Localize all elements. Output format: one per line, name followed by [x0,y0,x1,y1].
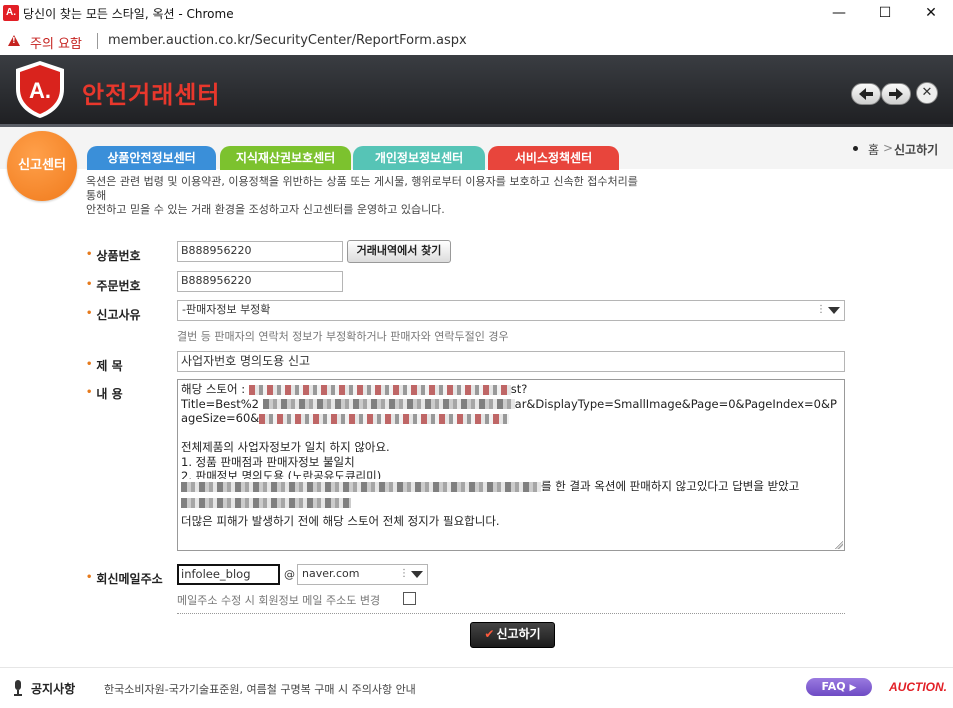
content-line-text: st? [510,382,528,396]
content-line: 2. 판매정보 명의도용 (노란공유도큐리미) [181,469,382,479]
content-line: 해당 스토어 : st? [181,382,841,397]
warning-icon[interactable] [8,35,20,46]
breadcrumb-separator: > [883,141,894,155]
email-domain-value: naver.com [302,567,360,580]
content-line-text: Title=Best%2 [181,396,259,411]
product-number-input[interactable]: B888956220 [177,241,343,262]
email-at-sign: @ [284,568,295,581]
intro-line-1: 옥션은 관련 법령 및 이용약관, 이용정책을 위반하는 상품 또는 게시물, … [86,175,638,202]
product-number-label: 상품번호 [86,247,140,264]
reason-help-text: 결번 등 판매자의 연락처 정보가 부정확하거나 판매자와 연락두절인 경우 [177,330,509,343]
content-line [181,495,841,514]
content-line: 를 한 결과 옥션에 판매하지 않고있다고 답변을 받았고 [181,479,841,495]
select-grip-icon: ⋮ [399,568,409,579]
shield-logo-icon: A. [16,61,64,118]
check-icon: ✔ [484,627,495,641]
minimize-button[interactable]: — [816,0,862,27]
content-line-text: 해당 스토어 : [181,382,246,396]
close-window-button[interactable]: ✕ [908,0,953,27]
content-line: 더많은 피해가 발생하기 전에 해당 스토어 전체 정지가 필요합니다. [181,514,500,528]
breadcrumb-bullet [853,146,858,151]
chevron-down-icon [828,307,840,314]
window-titlebar: A. 당신이 찾는 모든 스타일, 옥션 - Chrome — ☐ ✕ [0,0,953,27]
notice-link[interactable]: 한국소비자원-국가기술표준원, 여름철 구명복 구매 시 주의사항 안내 [104,681,416,697]
faq-label: FAQ [821,680,846,693]
reason-label: 신고사유 [86,306,140,323]
content-line: 1. 정품 판매점과 판매자정보 불일치 [181,454,355,469]
play-arrow-icon: ▶ [849,683,857,693]
redacted-text [262,399,515,409]
resize-handle-icon[interactable] [835,541,843,549]
svg-text:A.: A. [29,78,51,103]
redacted-text [248,384,511,395]
close-icon[interactable]: ✕ [916,82,938,104]
chevron-down-icon [411,571,423,578]
content-line-text: ar&DisplayType=SmallImage&Page=0&PageInd… [514,396,837,411]
submit-report-button[interactable]: ✔ 신고하기 [470,622,555,648]
email-domain-select[interactable]: naver.com ⋮ [297,564,428,585]
email-label: 회신메일주소 [86,570,162,587]
tab-product-safety[interactable]: 상품안전정보센터 [87,146,216,170]
address-bar[interactable]: 주의 요함 member.auction.co.kr/SecurityCente… [0,27,953,56]
content-line-text: ageSize=60& [181,411,260,425]
reason-selected-value: -판매자정보 부정확 [182,303,271,316]
arrow-left-icon [859,88,873,100]
tab-privacy[interactable]: 개인정보정보센터 [353,146,485,170]
content-line: Title=Best%2 ar&DisplayType=SmallImage&P… [181,397,841,412]
report-content: 신고센터 상품안전정보센터 지식재산권보호센터 개인정보정보센터 서비스정책센터… [0,127,953,667]
content-textarea[interactable]: 해당 스토어 : st? Title=Best%2 ar&DisplayType… [177,379,845,551]
breadcrumb-current: 신고하기 [894,143,939,157]
auction-app-icon: A. [3,5,19,21]
select-grip-icon: ⋮ [816,304,826,315]
order-number-label: 주문번호 [86,277,140,294]
auction-logo[interactable]: AUCTION. [889,680,947,694]
intro-line-2: 안전하고 믿을 수 있는 거래 환경을 조성하고자 신고센터를 운영하고 있습니… [86,203,445,216]
content-line [181,426,841,441]
form-divider [177,613,845,614]
report-center-badge: 신고센터 [7,131,77,201]
url-text[interactable]: member.auction.co.kr/SecurityCenter/Repo… [108,33,467,48]
reason-select[interactable]: -판매자정보 부정확 ⋮ [177,300,845,321]
site-header: A. 안전거래센터 ✕ [0,55,953,127]
subject-label: 제 목 [86,357,122,374]
footer: 공지사항 한국소비자원-국가기술표준원, 여름철 구명복 구매 시 주의사항 안… [0,667,953,708]
breadcrumb-home[interactable]: 홈 [868,141,879,158]
content-line: ageSize=60& [181,411,841,426]
content-line: 전체제품의 사업자정보가 일치 하지 않아요. [181,440,390,454]
notice-label: 공지사항 [31,682,76,696]
back-button[interactable] [851,83,881,105]
tab-ip-protection[interactable]: 지식재산권보호센터 [220,146,351,170]
arrow-right-icon [889,88,903,100]
find-in-history-button[interactable]: 거래내역에서 찾기 [347,240,451,263]
subject-input[interactable]: 사업자번호 명의도용 신고 [177,351,845,372]
security-warning[interactable]: 주의 요함 [30,33,82,52]
intro-text: 옥션은 관련 법령 및 이용약관, 이용정책을 위반하는 상품 또는 게시물, … [86,175,646,217]
site-title: 안전거래센터 [82,81,221,109]
tab-service-policy[interactable]: 서비스정책센터 [488,146,619,170]
microphone-icon [14,680,22,696]
redacted-text [181,481,541,492]
address-separator [97,33,98,49]
email-help-text: 메일주소 수정 시 회원정보 메일 주소도 변경 [177,594,381,607]
content-label: 내 용 [86,385,122,402]
redacted-text [181,497,351,508]
content-line-text: 를 한 결과 옥션에 판매하지 않고있다고 답변을 받았고 [541,479,800,493]
maximize-button[interactable]: ☐ [862,0,908,27]
window-title: 당신이 찾는 모든 스타일, 옥션 - Chrome [23,7,234,21]
faq-button[interactable]: FAQ ▶ [806,678,872,696]
forward-button[interactable] [881,83,911,105]
update-email-checkbox[interactable] [403,592,416,605]
email-user-input[interactable]: infolee_blog [177,564,280,585]
redacted-text [259,413,510,424]
submit-label: 신고하기 [496,627,541,641]
order-number-input[interactable]: B888956220 [177,271,343,292]
